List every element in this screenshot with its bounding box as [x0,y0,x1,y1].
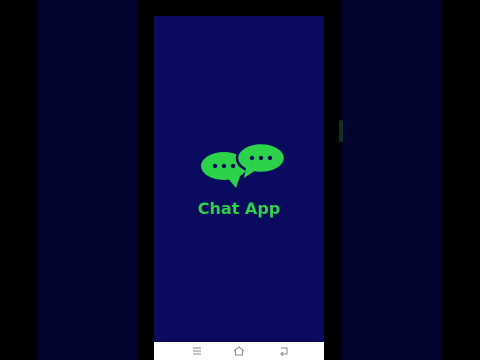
app-title: Chat App [197,199,281,218]
background-left-panel [38,0,138,360]
menu-icon[interactable] [191,346,203,356]
system-navigation-bar [154,342,324,360]
background-right-panel [342,0,442,360]
splash-screen: Chat App [154,16,324,342]
background-glow [339,120,343,142]
back-icon[interactable] [278,346,290,356]
right-bubble [235,142,286,178]
home-icon[interactable] [233,346,245,356]
chat-bubbles-icon [201,142,286,188]
